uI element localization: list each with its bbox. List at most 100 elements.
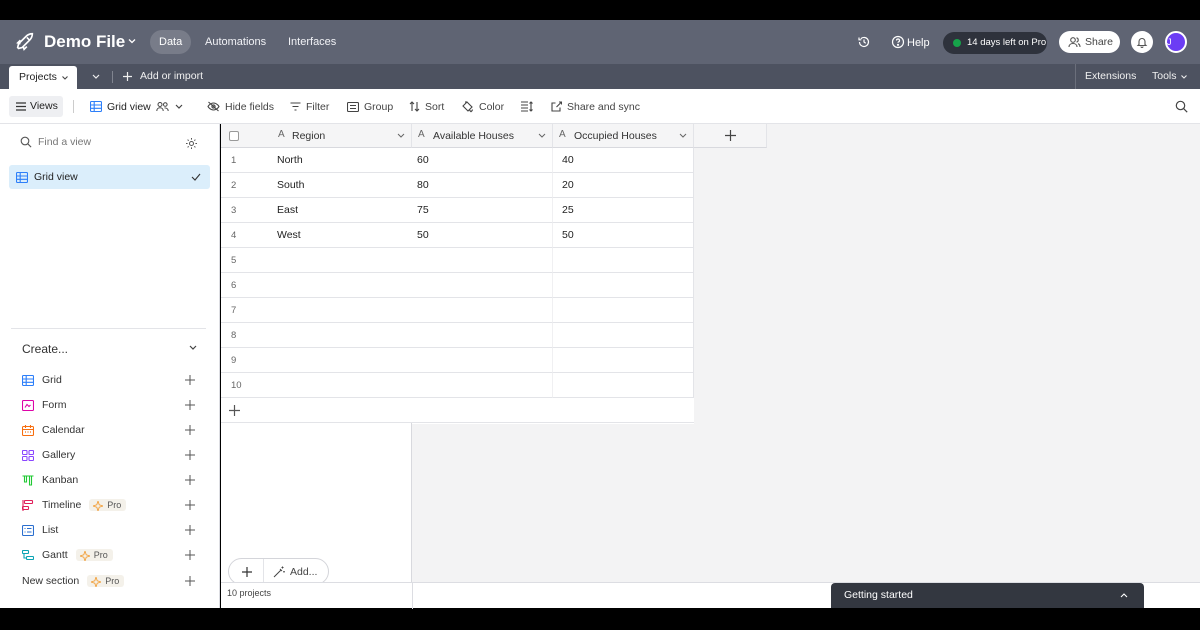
create-section-header[interactable]: Create...: [22, 342, 68, 356]
available-houses-cell[interactable]: [412, 323, 553, 348]
select-all-checkbox[interactable]: [229, 131, 239, 141]
share-button[interactable]: Share: [1059, 31, 1120, 53]
base-title[interactable]: Demo File: [44, 31, 125, 53]
region-cell[interactable]: 6: [221, 273, 412, 298]
sort-button[interactable]: Sort: [409, 89, 444, 124]
history-icon[interactable]: [857, 35, 871, 49]
help-label[interactable]: Help: [907, 32, 930, 54]
help-icon[interactable]: [891, 35, 905, 49]
create-item-label: New section: [22, 575, 80, 587]
available-houses-cell[interactable]: [412, 248, 553, 273]
share-and-sync-button[interactable]: Share and sync: [551, 89, 640, 124]
gear-icon[interactable]: [185, 137, 198, 150]
create-timeline[interactable]: Timeline Pro: [22, 495, 202, 515]
column-header-occupied-houses[interactable]: A Occupied Houses: [553, 124, 694, 148]
chevron-down-icon[interactable]: [1180, 73, 1188, 81]
create-kanban[interactable]: Kanban: [22, 470, 202, 490]
trial-badge[interactable]: 14 days left on Pro: [943, 32, 1047, 54]
create-gantt[interactable]: Gantt Pro: [22, 545, 202, 565]
tab-interfaces[interactable]: Interfaces: [279, 30, 345, 54]
color-button[interactable]: Color: [461, 89, 504, 124]
rocket-icon[interactable]: [14, 31, 36, 53]
available-houses-cell[interactable]: 75: [412, 198, 553, 223]
chevron-up-icon[interactable]: [1120, 592, 1128, 598]
region-cell[interactable]: 1 North: [221, 148, 412, 173]
view-switcher[interactable]: Grid view: [90, 89, 184, 124]
occupied-houses-cell[interactable]: [553, 273, 694, 298]
occupied-houses-cell[interactable]: [553, 348, 694, 373]
avatar[interactable]: J: [1165, 31, 1187, 53]
create-grid[interactable]: Grid: [22, 370, 202, 390]
find-view-search[interactable]: Find a view: [20, 136, 91, 148]
create-calendar[interactable]: Calendar: [22, 420, 202, 440]
getting-started-panel[interactable]: Getting started: [831, 583, 1144, 608]
occupied-houses-cell[interactable]: [553, 248, 694, 273]
available-houses-cell[interactable]: [412, 373, 553, 398]
views-toggle-button[interactable]: Views: [9, 96, 63, 117]
chevron-down-icon[interactable]: [188, 344, 198, 352]
divider: [263, 559, 264, 584]
occupied-houses-cell[interactable]: 50: [553, 223, 694, 248]
views-sidebar: Find a view Grid view Create... Grid For…: [0, 124, 220, 608]
region-cell[interactable]: 10: [221, 373, 412, 398]
column-header-available-houses[interactable]: A Available Houses: [412, 124, 553, 148]
column-header-region[interactable]: A Region: [221, 124, 412, 148]
chevron-down-icon[interactable]: [126, 35, 138, 47]
available-houses-cell[interactable]: [412, 273, 553, 298]
occupied-houses-cell[interactable]: [553, 323, 694, 348]
region-cell[interactable]: 3 East: [221, 198, 412, 223]
add-row-strip[interactable]: [412, 398, 694, 423]
chevron-down-icon[interactable]: [679, 133, 687, 139]
add-field-button[interactable]: [694, 124, 767, 148]
region-cell[interactable]: 9: [221, 348, 412, 373]
region-value: West: [277, 229, 301, 241]
create-item-label: Gallery: [42, 449, 76, 461]
sparkle-icon: [91, 577, 102, 587]
add-or-import-button[interactable]: Add or import: [140, 64, 203, 89]
filter-button[interactable]: Filter: [290, 89, 329, 124]
all-tables-chevron-icon[interactable]: [91, 73, 101, 81]
add-row-button[interactable]: [221, 398, 412, 423]
create-form[interactable]: Form: [22, 395, 202, 415]
region-cell[interactable]: 4 West: [221, 223, 412, 248]
notifications-button[interactable]: [1131, 31, 1153, 53]
share-external-icon: [551, 101, 562, 112]
create-list[interactable]: List: [22, 520, 202, 540]
sidebar-item-grid-view[interactable]: Grid view: [9, 165, 210, 189]
available-houses-cell[interactable]: 50: [412, 223, 553, 248]
region-cell[interactable]: 8: [221, 323, 412, 348]
group-button[interactable]: Group: [347, 89, 393, 124]
plus-icon: [185, 576, 195, 586]
occupied-houses-cell[interactable]: 20: [553, 173, 694, 198]
tab-automations[interactable]: Automations: [196, 30, 275, 54]
divider: [412, 583, 413, 609]
occupied-houses-cell[interactable]: [553, 298, 694, 323]
chevron-down-icon[interactable]: [397, 133, 405, 139]
tab-data[interactable]: Data: [150, 30, 192, 54]
region-cell[interactable]: 5: [221, 248, 412, 273]
available-houses-cell[interactable]: 60: [412, 148, 553, 173]
region-cell[interactable]: 2 South: [221, 173, 412, 198]
occupied-houses-cell[interactable]: [553, 373, 694, 398]
row-number: 9: [231, 355, 237, 366]
search-icon[interactable]: [1175, 100, 1188, 113]
hide-fields-button[interactable]: Hide fields: [207, 89, 274, 124]
chevron-down-icon[interactable]: [538, 133, 546, 139]
add-label[interactable]: Add...: [290, 566, 317, 578]
available-houses-cell[interactable]: 80: [412, 173, 553, 198]
available-houses-cell[interactable]: [412, 298, 553, 323]
row-height-icon[interactable]: [521, 101, 533, 112]
extensions-button[interactable]: Extensions: [1085, 64, 1136, 89]
plus-icon[interactable]: [122, 71, 133, 82]
table-tab-projects[interactable]: Projects: [9, 66, 77, 89]
plus-icon[interactable]: [242, 567, 252, 577]
views-label: Views: [30, 100, 58, 112]
create-new-section[interactable]: New section Pro: [22, 571, 202, 591]
occupied-houses-cell[interactable]: 40: [553, 148, 694, 173]
create-gallery[interactable]: Gallery: [22, 445, 202, 465]
region-cell[interactable]: 7: [221, 298, 412, 323]
occupied-houses-cell[interactable]: 25: [553, 198, 694, 223]
tools-button[interactable]: Tools: [1152, 64, 1177, 89]
available-houses-cell[interactable]: [412, 348, 553, 373]
filter-icon: [290, 102, 301, 111]
